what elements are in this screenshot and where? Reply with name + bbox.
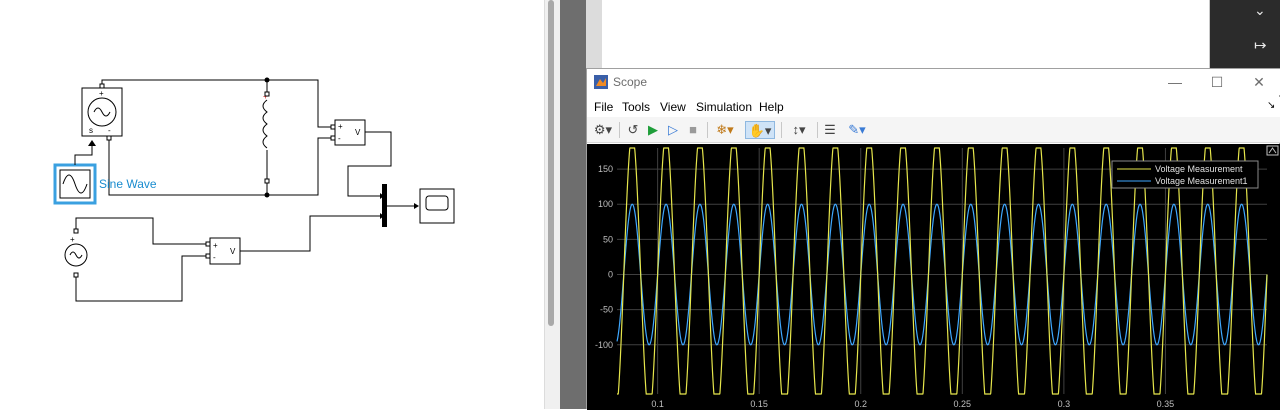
wire-ac-top <box>75 217 206 245</box>
y-tick-label: 150 <box>598 164 613 174</box>
source-s-label: s <box>89 126 93 135</box>
inductor-port-bottom[interactable] <box>264 178 270 184</box>
matlab-logo-icon <box>594 75 608 89</box>
scope-plot-area[interactable]: 150 100 50 0 -50 -100 0.1 0.15 0.2 0.25 0.3 0.35 V… <box>587 144 1280 410</box>
dock-icon[interactable]: ↘ <box>1267 100 1275 111</box>
y-tick-label: -100 <box>595 340 613 350</box>
model-canvas[interactable]: + s - + + - V <box>0 0 544 409</box>
settings-icon[interactable]: ⚙▾ <box>591 121 615 139</box>
vm-v-label: V <box>355 128 361 137</box>
vertical-scrollbar-thumb[interactable] <box>548 0 554 326</box>
source-input-arrow <box>88 140 96 146</box>
expand-panel-icon[interactable]: ↦ <box>1254 36 1267 54</box>
scope-title-bar[interactable]: Scope — ☐ ✕ <box>587 69 1280 95</box>
minimize-button[interactable]: — <box>1155 72 1195 92</box>
vm1-minus-label: - <box>213 253 216 262</box>
pan-icon[interactable]: ✋▾ <box>745 121 775 139</box>
stop-icon[interactable]: ■ <box>685 121 701 139</box>
source-minus-label: - <box>108 126 111 135</box>
x-tick-label: 0.1 <box>651 399 664 409</box>
step-forward-icon[interactable]: ▷ <box>665 121 681 139</box>
mux-block[interactable] <box>382 184 387 227</box>
scope-block[interactable] <box>419 188 455 224</box>
wire-vm2-mux <box>240 215 380 252</box>
sine-wave-label[interactable]: Sine Wave <box>99 177 157 191</box>
vm1-plus-label: + <box>213 241 218 250</box>
inductor-icon[interactable] <box>262 99 268 149</box>
inductor-port-top[interactable] <box>264 91 270 97</box>
measure-icon[interactable]: ✎▾ <box>843 121 871 139</box>
vm1-v-label: V <box>230 247 236 256</box>
x-tick-labels: 0.1 0.15 0.2 0.25 0.3 0.35 <box>651 399 1174 409</box>
legend-label-voltage-measurement1: Voltage Measurement1 <box>1155 176 1248 186</box>
menu-help[interactable]: Help <box>759 100 784 114</box>
wire-ac-bottom <box>75 255 206 302</box>
triggers-icon[interactable]: ☰ <box>821 121 839 139</box>
scope-window[interactable]: Scope — ☐ ✕ File Tools View Simulation H… <box>586 68 1280 410</box>
y-tick-label: 100 <box>598 199 613 209</box>
vm-plus-label: + <box>338 122 343 131</box>
step-back-icon[interactable]: ↺ <box>625 121 641 139</box>
menu-simulation[interactable]: Simulation <box>696 100 752 114</box>
y-tick-label: -50 <box>600 305 613 315</box>
scope-plot: 150 100 50 0 -50 -100 0.1 0.15 0.2 0.25 0.3 0.35 V… <box>595 145 1279 409</box>
window-title: Scope <box>613 75 648 89</box>
wire-top <box>101 79 331 128</box>
background-window-panel <box>586 0 1210 68</box>
y-tick-label: 50 <box>603 234 613 244</box>
menu-file[interactable]: File <box>594 100 613 114</box>
y-tick-label: 0 <box>608 270 613 280</box>
right-toolstrip: ⌄ ↦ <box>1210 0 1280 68</box>
y-tick-labels: 150 100 50 0 -50 -100 <box>595 164 613 350</box>
chevron-down-icon[interactable]: ⌄ <box>1254 2 1266 19</box>
source-port-bottom[interactable] <box>106 135 112 141</box>
maximize-button[interactable]: ☐ <box>1197 72 1237 92</box>
menu-bar: File Tools View Simulation Help ↘ <box>587 97 1280 117</box>
menu-view[interactable]: View <box>660 100 686 114</box>
x-tick-label: 0.15 <box>750 399 768 409</box>
source-port-top[interactable] <box>99 83 105 89</box>
ac-source-port-bottom[interactable] <box>73 272 79 278</box>
x-tick-label: 0.3 <box>1058 399 1071 409</box>
x-tick-label: 0.35 <box>1157 399 1175 409</box>
x-tick-label: 0.2 <box>854 399 867 409</box>
autoscale-icon[interactable]: ↕▾ <box>785 121 813 139</box>
scope-toolbar: ⚙▾ ↺ ▶ ▷ ■ ❄▾ ✋▾ ↕▾ ☰ ✎▾ <box>587 117 1280 143</box>
menu-tools[interactable]: Tools <box>622 100 650 114</box>
ac-source-port-top[interactable] <box>73 228 79 234</box>
ac-source-plus-label: + <box>70 235 75 244</box>
wire-sine-source <box>74 146 93 165</box>
legend-label-voltage-measurement: Voltage Measurement <box>1155 164 1243 174</box>
run-icon[interactable]: ▶ <box>645 121 661 139</box>
highlight-icon[interactable]: ❄▾ <box>711 121 739 139</box>
source-plus-label: + <box>99 89 104 98</box>
junction-dot-bottom <box>264 192 270 198</box>
x-tick-label: 0.25 <box>954 399 972 409</box>
vm-minus-label: - <box>338 134 341 143</box>
model-diagram: + s - + + - V <box>53 77 455 302</box>
close-button[interactable]: ✕ <box>1239 72 1279 92</box>
